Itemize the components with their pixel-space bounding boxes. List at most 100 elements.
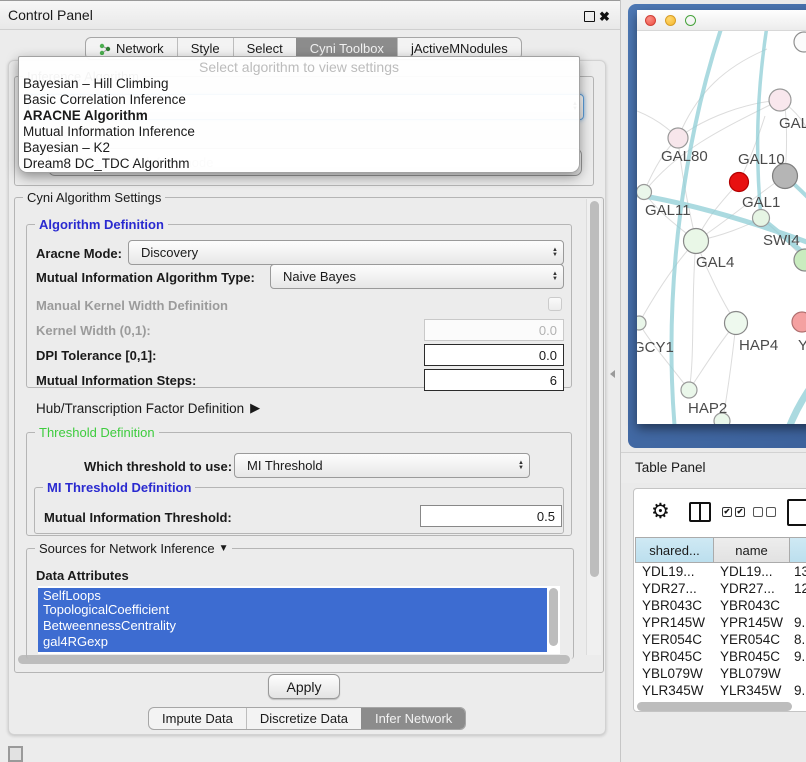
settings-vertical-scrollbar[interactable] (586, 199, 601, 655)
node-label: Y (798, 337, 806, 354)
gear-icon[interactable]: ⚙ (651, 499, 670, 524)
screen: { "icons": { "close": "✖", "stepper_up":… (0, 0, 806, 762)
table-row[interactable]: YBR043CYBR043C (634, 597, 806, 614)
tab-discretize-data[interactable]: Discretize Data (246, 708, 361, 729)
node-label: GAL (779, 115, 806, 132)
node-gcy1[interactable] (637, 316, 646, 330)
list-item[interactable]: TopologicalCoefficient (38, 602, 560, 618)
manual-kernel-checkbox[interactable] (548, 297, 562, 311)
bottom-tabbar: Impute Data Discretize Data Infer Networ… (148, 707, 466, 730)
dropdown-item[interactable]: Bayesian – Hill Climbing (19, 76, 579, 92)
node-hap2[interactable] (681, 382, 697, 398)
manual-kernel-label: Manual Kernel Width Definition (36, 298, 228, 313)
node-gal4[interactable] (684, 229, 709, 254)
sources-group-title-row[interactable]: Sources for Network Inference ▼ (35, 541, 232, 556)
right-region: GAL GAL80 GAL10 GAL11 GAL1 SWI4 GAL4 GCY… (620, 0, 806, 762)
deselect-all-checks-icon[interactable] (753, 507, 776, 517)
node-label: GCY1 (637, 339, 674, 356)
kernel-width-label: Kernel Width (0,1): (36, 323, 151, 338)
tab-infer-network[interactable]: Infer Network (361, 708, 465, 729)
tab-impute-data[interactable]: Impute Data (149, 708, 246, 729)
dropdown-item[interactable]: Mutual Information Inference (19, 124, 579, 140)
node-label: GAL80 (661, 148, 708, 165)
network-canvas[interactable]: GAL GAL80 GAL10 GAL11 GAL1 SWI4 GAL4 GCY… (637, 31, 806, 424)
list-item[interactable]: gal4RGexp (38, 634, 560, 650)
settings-group-title: Cyni Algorithm Settings (23, 190, 165, 205)
list-vertical-scrollbar[interactable] (547, 586, 560, 654)
dropdown-item[interactable]: Bayesian – K2 (19, 140, 579, 156)
node-gal80[interactable] (668, 128, 688, 148)
node-label: GAL10 (738, 151, 785, 168)
mac-zoom-icon[interactable] (685, 15, 696, 26)
mi-steps-label: Mutual Information Steps: (36, 373, 196, 388)
node-label: HAP4 (739, 337, 778, 354)
network-view-window[interactable]: GAL GAL80 GAL10 GAL11 GAL1 SWI4 GAL4 GCY… (637, 10, 806, 424)
node-label: SWI4 (763, 232, 800, 249)
table-row[interactable]: YER054CYER054C8. (634, 631, 806, 648)
apply-button[interactable]: Apply (268, 674, 340, 699)
which-threshold-combo[interactable]: MI Threshold ▲▼ (234, 453, 530, 478)
mac-close-icon[interactable] (645, 15, 656, 26)
dropdown-item[interactable]: Dream8 DC_TDC Algorithm (19, 156, 579, 172)
which-threshold-label: Which threshold to use: (84, 459, 232, 474)
table-panel-titlebar: Table Panel (621, 452, 806, 483)
node-right-green[interactable] (794, 249, 806, 271)
table-rows-viewport[interactable]: YDL19...YDL19...13 YDR27...YDR27...12 YB… (634, 563, 806, 700)
close-icon[interactable]: ✖ (599, 9, 610, 25)
mi-type-combo[interactable]: Naive Bayes ▲▼ (270, 264, 564, 289)
data-attributes-label: Data Attributes (36, 568, 129, 583)
column-header-partial[interactable] (789, 537, 806, 563)
dropdown-item[interactable]: Basic Correlation Inference (19, 92, 579, 108)
data-attributes-list[interactable]: SelfLoops TopologicalCoefficient Between… (38, 586, 560, 654)
document-icon[interactable] (787, 499, 806, 526)
table-horizontal-scrollbar[interactable] (634, 700, 806, 712)
mi-threshold-field[interactable]: 0.5 (420, 505, 562, 527)
list-item[interactable]: BetweennessCentrality (38, 618, 560, 634)
node-hap4[interactable] (725, 312, 748, 335)
stepper-icon: ▲▼ (552, 265, 558, 288)
table-panel-card: ⚙ ✔ ✔ shared... name YDL19...YDL19...13 … (633, 488, 806, 712)
network-icon (99, 43, 111, 55)
table-row[interactable]: YPR145WYPR145W9. (634, 614, 806, 631)
stepper-icon: ▲▼ (518, 454, 524, 477)
unchecked-box-icon (766, 507, 776, 517)
dpi-tolerance-label: DPI Tolerance [0,1]: (36, 348, 156, 363)
mi-type-label: Mutual Information Algorithm Type: (36, 270, 255, 285)
dpi-tolerance-field[interactable]: 0.0 (424, 344, 564, 366)
table-row[interactable]: YBL079WYBL079W (634, 665, 806, 682)
node-red-selected[interactable] (730, 173, 749, 192)
table-row[interactable]: YDL19...YDL19...13 (634, 563, 806, 580)
aracne-mode-combo[interactable]: Discovery ▲▼ (128, 240, 564, 265)
threshold-definition-title: Threshold Definition (35, 425, 159, 440)
table-row[interactable]: YBR045CYBR045C9. (634, 648, 806, 665)
table-row[interactable]: YLR345WYLR345W9. (634, 682, 806, 699)
node-gal11[interactable] (637, 185, 652, 200)
table-panel-title: Table Panel (635, 453, 706, 483)
node-gal1[interactable] (753, 210, 770, 227)
column-header-name[interactable]: name (713, 537, 790, 563)
node-top-partial[interactable] (794, 32, 806, 52)
column-header-shared[interactable]: shared... (635, 537, 714, 563)
checked-box-icon: ✔ (722, 507, 732, 517)
kernel-width-field: 0.0 (424, 319, 564, 341)
node-gal-pink[interactable] (769, 89, 791, 111)
hub-definition-section[interactable]: Hub/Transcription Factor Definition ▶ (36, 400, 260, 416)
table-row[interactable]: YDR27...YDR27...12 (634, 580, 806, 597)
splitter-collapse-arrow[interactable] (610, 370, 615, 378)
aracne-mode-label: Aracne Mode: (36, 246, 122, 261)
select-all-checks-icon[interactable]: ✔ ✔ (722, 507, 745, 517)
node-label: GAL1 (742, 194, 780, 211)
stepper-icon: ▲▼ (552, 241, 558, 264)
collapse-arrow-icon: ▶ (250, 400, 260, 416)
node-salmon[interactable] (792, 312, 806, 332)
network-window-titlebar[interactable] (637, 10, 806, 31)
mac-minimize-icon[interactable] (665, 15, 676, 26)
dropdown-item-selected[interactable]: ARACNE Algorithm (19, 108, 579, 124)
expand-arrow-icon: ▼ (219, 541, 229, 556)
unchecked-box-icon (753, 507, 763, 517)
undock-panel-icon[interactable] (8, 746, 23, 762)
mi-steps-field[interactable]: 6 (424, 369, 564, 391)
checked-box-icon: ✔ (735, 507, 745, 517)
float-window-icon[interactable] (584, 11, 595, 22)
split-columns-icon[interactable] (689, 502, 711, 522)
